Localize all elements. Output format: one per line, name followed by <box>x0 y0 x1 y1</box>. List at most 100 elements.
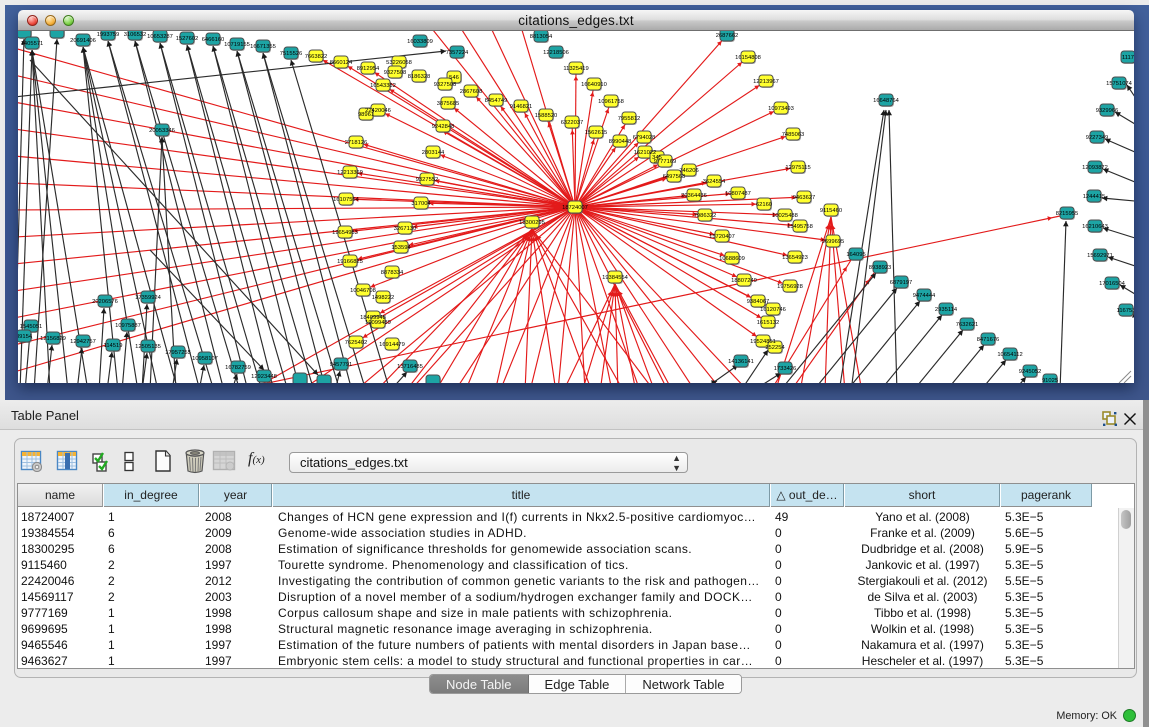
svg-text:1588520: 1588520 <box>535 113 558 119</box>
svg-text:16154808: 16154808 <box>735 55 761 61</box>
svg-text:10961758: 10961758 <box>598 99 624 105</box>
svg-text:3106532: 3106532 <box>124 32 147 38</box>
svg-text:91025: 91025 <box>1042 378 1058 383</box>
svg-text:7515526: 7515526 <box>280 51 303 57</box>
svg-text:15720407: 15720407 <box>709 234 735 240</box>
svg-text:10046708: 10046708 <box>350 288 376 294</box>
svg-text:6322037: 6322037 <box>561 120 584 126</box>
svg-text:19756928: 19756928 <box>777 284 803 290</box>
svg-text:9242848: 9242848 <box>432 124 455 130</box>
svg-text:98961: 98961 <box>358 112 374 118</box>
svg-text:16640910: 16640910 <box>581 82 607 88</box>
svg-text:9329966: 9329966 <box>1096 108 1119 114</box>
svg-text:10807487: 10807487 <box>725 191 751 197</box>
svg-text:14136141: 14136141 <box>728 359 754 365</box>
svg-text:7625402: 7625402 <box>345 340 368 346</box>
svg-text:20691406: 20691406 <box>70 38 96 44</box>
svg-text:17016504: 17016504 <box>1099 281 1126 287</box>
svg-text:6879197: 6879197 <box>890 280 913 286</box>
svg-text:16107554: 16107554 <box>333 197 360 203</box>
svg-text:2867608: 2867608 <box>460 89 483 95</box>
svg-text:12942757: 12942757 <box>70 339 96 345</box>
svg-text:2935114: 2935114 <box>935 307 958 313</box>
svg-text:1615132: 1615132 <box>757 320 780 326</box>
svg-text:19099489: 19099489 <box>365 320 391 326</box>
svg-text:7955812: 7955812 <box>618 116 641 122</box>
svg-text:53226058: 53226058 <box>386 60 412 66</box>
svg-text:17359924: 17359924 <box>135 295 162 301</box>
svg-text:12975115: 12975115 <box>785 165 810 171</box>
svg-text:12156829: 12156829 <box>40 336 66 342</box>
svg-text:546: 546 <box>449 75 459 81</box>
svg-text:15692971: 15692971 <box>1087 253 1113 259</box>
svg-text:8454749: 8454749 <box>485 98 508 104</box>
svg-text:17957255: 17957255 <box>165 350 191 356</box>
svg-text:12213369: 12213369 <box>337 170 363 176</box>
svg-text:3875685: 3875685 <box>437 101 460 107</box>
svg-text:9777169: 9777169 <box>654 159 677 165</box>
svg-text:7357224: 7357224 <box>446 50 469 56</box>
svg-text:9463627: 9463627 <box>793 195 816 201</box>
svg-text:8878334: 8878334 <box>381 270 404 276</box>
svg-text:164095: 164095 <box>846 252 865 258</box>
svg-text:7986322: 7986322 <box>694 213 717 219</box>
svg-text:19654983: 19654983 <box>332 230 358 236</box>
svg-text:114519: 114519 <box>104 343 123 349</box>
svg-text:1733426: 1733426 <box>774 366 797 372</box>
svg-text:9146821: 9146821 <box>510 104 533 110</box>
svg-text:16648764: 16648764 <box>873 98 900 104</box>
svg-text:9327508: 9327508 <box>434 82 457 88</box>
svg-text:2718126: 2718126 <box>345 140 368 146</box>
svg-text:16033809: 16033809 <box>407 39 433 45</box>
svg-text:1498222: 1498222 <box>372 295 395 301</box>
svg-text:12505135: 12505135 <box>135 344 161 350</box>
svg-text:8912954: 8912954 <box>357 66 380 72</box>
svg-text:20053346: 20053346 <box>149 128 175 134</box>
svg-text:8990448: 8990448 <box>609 139 632 145</box>
svg-text:8660124: 8660124 <box>330 60 353 66</box>
svg-text:6794028: 6794028 <box>633 135 656 141</box>
svg-text:7485063: 7485063 <box>782 132 805 138</box>
svg-text:9474444: 9474444 <box>913 293 936 299</box>
svg-text:2687662: 2687662 <box>716 33 739 39</box>
svg-text:10654112: 10654112 <box>997 352 1022 358</box>
svg-text:10973493: 10973493 <box>768 106 794 112</box>
svg-text:19384554: 19384554 <box>602 275 629 281</box>
svg-text:11325419: 11325419 <box>563 66 588 72</box>
svg-text:252254: 252254 <box>765 345 785 351</box>
svg-text:18807249: 18807249 <box>731 278 757 284</box>
svg-text:19166825: 19166825 <box>337 259 363 265</box>
svg-text:16543382: 16543382 <box>370 83 396 89</box>
svg-text:8813054: 8813054 <box>530 34 553 40</box>
svg-text:317004: 317004 <box>411 201 431 207</box>
svg-text:6497568: 6497568 <box>663 174 686 180</box>
svg-text:62160: 62160 <box>756 202 772 208</box>
svg-text:18300295: 18300295 <box>519 220 545 226</box>
svg-text:12093872: 12093872 <box>1082 165 1108 171</box>
svg-text:7632621: 7632621 <box>956 322 979 328</box>
svg-text:6466160: 6466160 <box>202 37 225 43</box>
svg-text:1405571: 1405571 <box>21 41 44 47</box>
svg-text:18724007: 18724007 <box>562 205 588 211</box>
svg-text:9457791: 9457791 <box>330 362 353 368</box>
svg-text:13716485: 13716485 <box>397 364 423 370</box>
svg-text:9327508: 9327508 <box>384 70 407 76</box>
svg-text:9327552: 9327552 <box>416 177 439 183</box>
svg-text:153594: 153594 <box>391 245 411 251</box>
svg-text:1545051: 1545051 <box>20 324 43 330</box>
svg-text:8215955: 8215955 <box>1056 211 1079 217</box>
svg-text:20206576: 20206576 <box>92 299 118 305</box>
svg-text:16782759: 16782759 <box>225 365 251 371</box>
svg-text:16210643: 16210643 <box>1082 224 1108 230</box>
svg-text:12923448: 12923448 <box>251 374 277 380</box>
svg-text:16120746: 16120746 <box>760 307 786 313</box>
svg-text:9699695: 9699695 <box>822 239 845 245</box>
svg-text:1993759: 1993759 <box>97 32 120 38</box>
svg-text:1527602: 1527602 <box>176 36 199 42</box>
svg-text:9245052: 9245052 <box>1019 369 1042 375</box>
svg-text:1117: 1117 <box>1122 55 1134 61</box>
svg-text:10975887: 10975887 <box>115 323 141 329</box>
svg-text:9227349: 9227349 <box>1086 135 1109 141</box>
svg-text:7663822: 7663822 <box>305 54 328 60</box>
svg-text:12213967: 12213967 <box>753 79 779 85</box>
